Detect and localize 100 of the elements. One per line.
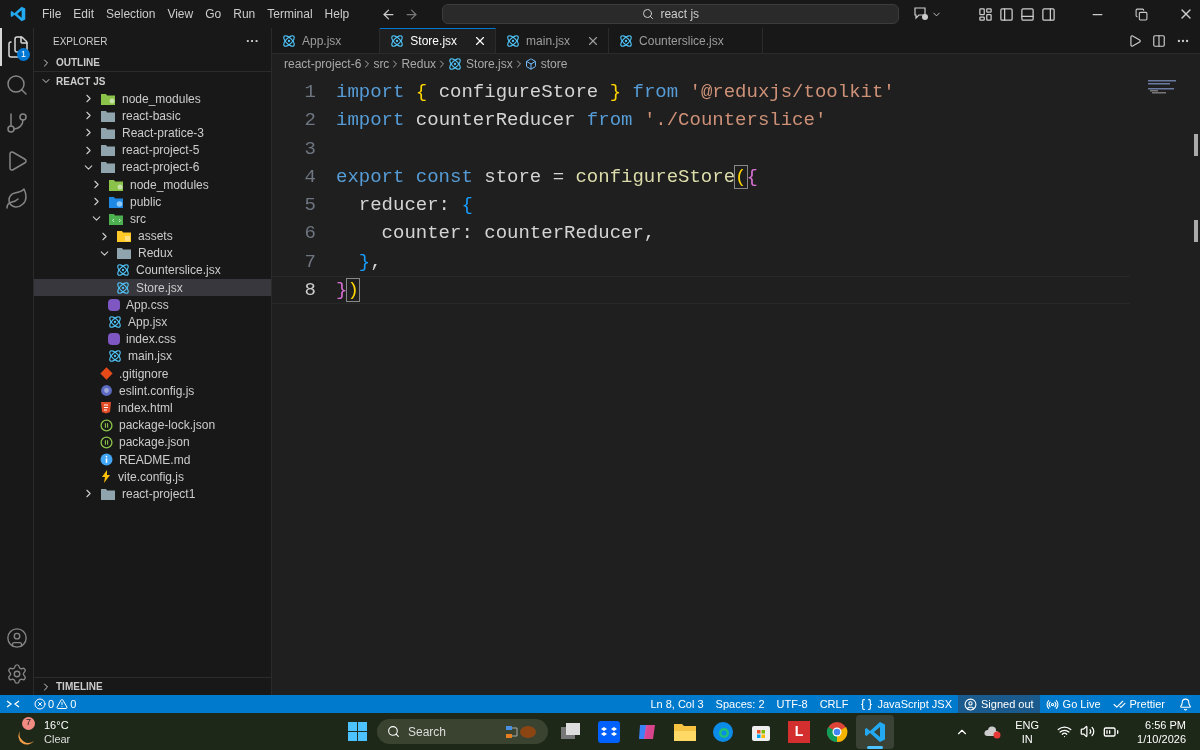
taskbar-search-field[interactable]: Search xyxy=(377,719,548,744)
breadcrumb-item[interactable]: react-project-6 xyxy=(284,55,362,73)
explorer-tree-item[interactable]: main.jsx xyxy=(34,347,271,365)
status-item[interactable]: Spaces: 2 xyxy=(709,695,771,713)
forward-icon[interactable] xyxy=(404,6,420,22)
menu-item[interactable]: Help xyxy=(318,5,356,23)
taskbar-app[interactable] xyxy=(856,714,894,749)
accounts-icon[interactable] xyxy=(5,627,28,649)
clock[interactable]: 6:56 PM 1/10/2026 xyxy=(1137,717,1186,746)
search-icon xyxy=(387,725,400,738)
status-item[interactable]: Signed out xyxy=(958,695,1040,713)
chat-sparkle-icon xyxy=(913,7,930,21)
search-icon xyxy=(642,8,655,20)
menu-item[interactable]: Run xyxy=(227,5,262,23)
breadcrumb-item[interactable]: Store.jsx xyxy=(448,55,513,73)
editor-tab[interactable]: Store.jsx xyxy=(380,28,497,53)
folder-icon xyxy=(109,212,124,225)
settings-icon[interactable] xyxy=(5,663,28,685)
status-item[interactable]: JavaScript JSX xyxy=(854,695,958,713)
line-number: 4 xyxy=(303,164,317,190)
explorer-tree-item[interactable]: react-project-5 xyxy=(34,141,271,159)
explorer-tree-item[interactable]: Counterslice.jsx xyxy=(34,261,271,280)
explorer-tree-item[interactable]: index.css xyxy=(34,330,271,348)
back-icon[interactable] xyxy=(381,6,397,22)
taskbar-app[interactable]: L xyxy=(780,714,818,749)
atom-icon xyxy=(116,280,130,295)
status-item[interactable]: Ln 8, Col 3 xyxy=(644,695,710,713)
explorer-tree-item[interactable]: eslint.config.js xyxy=(34,382,271,400)
explorer-tree-item[interactable]: React-pratice-3 xyxy=(34,124,271,142)
menu-item[interactable]: View xyxy=(161,5,200,23)
explorer-tree-item[interactable]: vite.config.js xyxy=(34,468,271,486)
start-icon[interactable] xyxy=(348,722,367,741)
status-item[interactable]: Go Live xyxy=(1039,695,1107,713)
toggle-secondary-sidebar-icon[interactable] xyxy=(1041,6,1056,22)
wifi-icon xyxy=(1057,724,1073,739)
menu-item[interactable]: Edit xyxy=(67,5,101,23)
folder-icon xyxy=(673,721,697,742)
eslint-icon xyxy=(100,384,113,398)
atom-icon xyxy=(619,33,634,48)
weather-widget[interactable]: 7 16°C Clear xyxy=(16,717,136,746)
toggle-sidebar-icon[interactable] xyxy=(999,6,1014,22)
status-item[interactable]: UTF-8 xyxy=(770,695,814,713)
cloud-icon[interactable] xyxy=(983,724,1002,739)
explorer-tree-item[interactable]: react-project-6 xyxy=(34,158,271,176)
vscode-icon xyxy=(864,720,886,743)
dropbox-icon xyxy=(598,720,620,743)
status-item[interactable]: CRLF xyxy=(813,695,855,713)
status-item[interactable]: Prettier xyxy=(1106,695,1171,713)
editor-tab[interactable]: main.jsx xyxy=(496,28,610,53)
menu-item[interactable]: Terminal xyxy=(261,5,319,23)
input-language[interactable]: ENG IN xyxy=(1015,717,1040,746)
outline-section-header[interactable]: OUTLINE xyxy=(34,54,271,72)
line-number: 7 xyxy=(303,249,317,275)
explorer-tree-item[interactable]: package-lock.json xyxy=(34,416,271,434)
customize-layout-icon[interactable] xyxy=(978,6,993,22)
split-editor-icon[interactable] xyxy=(1152,33,1166,48)
explorer-tree-item[interactable]: node_modules xyxy=(34,90,271,108)
notification-badge: 7 xyxy=(22,716,35,730)
atom-icon xyxy=(282,33,296,48)
editor-tab[interactable]: Counterslice.jsx xyxy=(609,28,763,53)
remote-icon[interactable] xyxy=(6,698,20,710)
toggle-panel-icon[interactable] xyxy=(1020,6,1035,22)
folder-icon xyxy=(101,126,116,139)
folder-icon xyxy=(101,487,116,500)
explorer-tree-item[interactable]: Store.jsx xyxy=(34,279,271,297)
explorer-tree-item[interactable]: react-project1 xyxy=(34,485,271,503)
explorer-tree-item[interactable]: react-basic xyxy=(34,107,271,125)
explorer-tree-item[interactable]: App.css xyxy=(34,296,271,314)
menu-item[interactable]: File xyxy=(36,5,68,23)
code-text: }, xyxy=(357,249,382,275)
folder-section-header[interactable]: REACT JS xyxy=(34,72,271,90)
code-text: counter: counterReducer, xyxy=(380,221,656,247)
run-icon[interactable] xyxy=(1128,33,1142,48)
explorer-tree-item[interactable]: .gitignore xyxy=(34,365,271,383)
git-icon xyxy=(100,367,113,381)
explorer-tree-item[interactable]: index.html xyxy=(34,399,271,417)
explorer-tree-item[interactable]: public xyxy=(34,193,271,211)
task-view-icon xyxy=(560,721,582,742)
notifications-icon[interactable] xyxy=(1179,697,1192,711)
explorer-tree-item[interactable]: node_modules xyxy=(34,175,271,194)
explorer-tree-item[interactable]: App.jsx xyxy=(34,313,271,331)
app-icon: L xyxy=(788,720,810,743)
problems-button[interactable]: 0 0 xyxy=(30,695,81,713)
folder-icon xyxy=(101,109,116,122)
menu-item[interactable]: Go xyxy=(199,5,228,23)
folder-icon xyxy=(109,178,124,191)
explorer-tree-item[interactable]: src xyxy=(34,210,271,228)
folder-icon xyxy=(109,195,124,208)
breadcrumb-item[interactable]: store xyxy=(524,55,568,73)
explorer-tree-item[interactable]: Redux xyxy=(34,244,271,262)
more-actions-button[interactable]: ··· xyxy=(246,31,259,51)
restore-icon[interactable] xyxy=(1135,7,1148,21)
command-search-field[interactable]: react js xyxy=(442,4,900,24)
explorer-tree-item[interactable]: assets xyxy=(34,227,271,245)
line-number: 8 xyxy=(303,278,317,303)
breadcrumb-item[interactable]: Redux xyxy=(401,55,437,73)
menu-item[interactable]: Selection xyxy=(100,5,162,23)
explorer-tree-item[interactable]: package.json xyxy=(34,433,271,451)
breadcrumb-item[interactable]: src xyxy=(373,55,390,73)
explorer-tree-item[interactable]: README.md xyxy=(34,450,271,469)
